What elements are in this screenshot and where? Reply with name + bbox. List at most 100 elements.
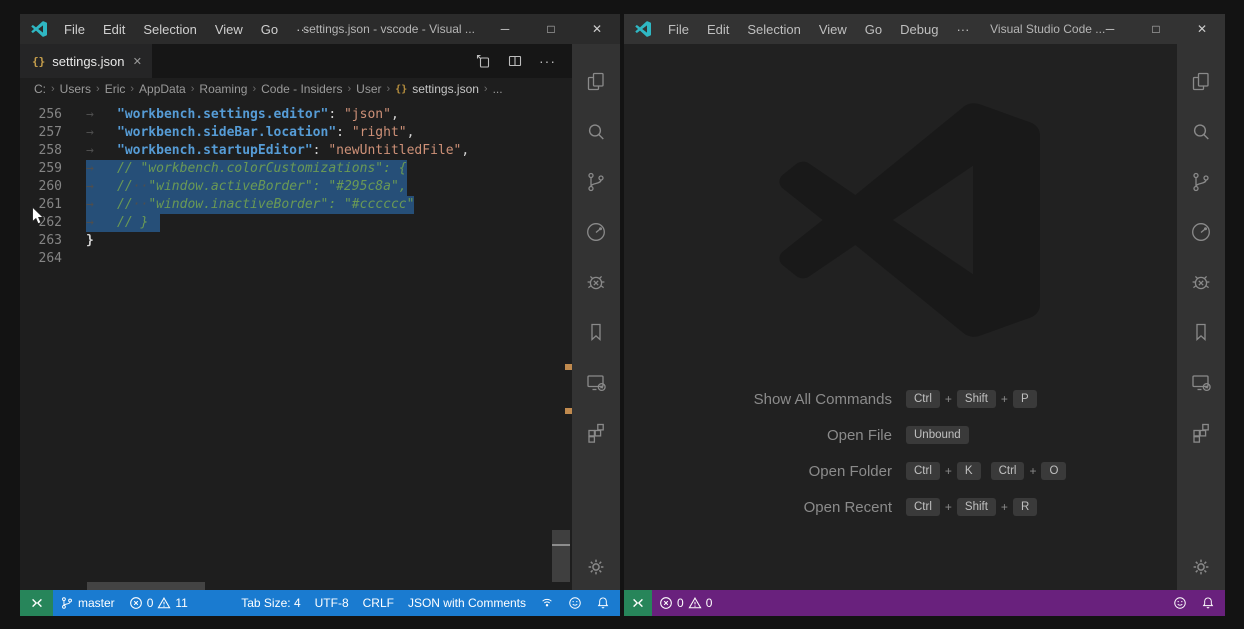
remote-indicator[interactable]	[624, 590, 652, 616]
chevron-right-icon: ›	[252, 83, 256, 95]
code-editor[interactable]: 256 →"workbench.settings.editor": "json"…	[20, 100, 572, 590]
eol-status[interactable]: CRLF	[356, 590, 401, 616]
plus-separator: +	[945, 500, 952, 514]
close-button[interactable]: ✕	[574, 14, 620, 44]
menu-go[interactable]: Go	[856, 22, 891, 37]
extensions-icon[interactable]	[572, 407, 620, 457]
line-number[interactable]: 260	[20, 178, 62, 196]
vertical-scrollbar[interactable]	[552, 530, 570, 582]
line-number[interactable]: 259	[20, 160, 62, 178]
code-line[interactable]: 256 →"workbench.settings.editor": "json"…	[20, 106, 572, 124]
remote-explorer-icon[interactable]	[572, 357, 620, 407]
notifications-bell-icon[interactable]	[589, 590, 620, 616]
git-branch-status[interactable]: master	[53, 590, 122, 616]
keycap: O	[1041, 462, 1066, 480]
settings-gear-icon[interactable]	[1177, 555, 1225, 579]
close-button[interactable]: ✕	[1179, 14, 1225, 44]
code-line[interactable]: 263 }	[20, 232, 572, 250]
breadcrumb-item[interactable]: AppData	[139, 82, 186, 96]
open-changes-icon[interactable]	[475, 53, 491, 69]
punctuation: ,	[391, 107, 399, 122]
menu-file[interactable]: File	[659, 22, 698, 37]
watermark-shortcuts: Show All Commands Ctrl+ Shift+ P Open Fi…	[624, 381, 1177, 525]
error-icon	[659, 596, 673, 610]
window-title: Visual Studio Code ...	[990, 22, 1105, 36]
line-number[interactable]: 256	[20, 106, 62, 124]
tab-close-icon[interactable]: ✕	[133, 55, 142, 68]
code-line[interactable]: 262 →// }	[20, 214, 572, 232]
source-control-icon[interactable]	[1177, 157, 1225, 207]
feedback-smiley-icon[interactable]	[561, 590, 589, 616]
code-line[interactable]: 258 →"workbench.startupEditor": "newUnti…	[20, 142, 572, 160]
code-line[interactable]: 261 →//··"window.inactiveBorder": "#cccc…	[20, 196, 572, 214]
breadcrumb-item[interactable]: Users	[60, 82, 91, 96]
language-mode-status[interactable]: JSON with Comments	[401, 590, 533, 616]
tab-size-status[interactable]: Tab Size: 4	[234, 590, 307, 616]
empty-editor[interactable]: Show All Commands Ctrl+ Shift+ P Open Fi…	[624, 44, 1177, 590]
feedback-smiley-icon[interactable]	[1166, 590, 1194, 616]
bookmarks-icon[interactable]	[1177, 307, 1225, 357]
maximize-button[interactable]: □	[1133, 14, 1179, 44]
menu-overflow[interactable]: ···	[947, 22, 978, 37]
search-icon[interactable]	[1177, 107, 1225, 157]
breadcrumb-item[interactable]: Code - Insiders	[261, 82, 342, 96]
problems-status[interactable]: 0 0	[652, 590, 719, 616]
breadcrumb-tail[interactable]: ...	[493, 82, 503, 96]
keycap: Ctrl	[906, 462, 940, 480]
remote-indicator[interactable]	[20, 590, 53, 616]
tab-settings-json[interactable]: {} settings.json ✕	[20, 44, 152, 78]
menu-edit[interactable]: Edit	[698, 22, 738, 37]
menu-edit[interactable]: Edit	[94, 22, 134, 37]
warning-icon	[688, 596, 702, 610]
more-actions-icon[interactable]: ···	[539, 53, 556, 69]
horizontal-scrollbar[interactable]	[87, 582, 205, 590]
maximize-button[interactable]: □	[528, 14, 574, 44]
vscode-logo-icon	[31, 21, 47, 37]
settings-gear-icon[interactable]	[572, 555, 620, 579]
explorer-icon[interactable]	[572, 57, 620, 107]
code-line[interactable]: 260 →//··"window.activeBorder": "#295c8a…	[20, 178, 572, 196]
problems-status[interactable]: 0 11	[122, 590, 195, 616]
encoding-status[interactable]: UTF-8	[308, 590, 356, 616]
punctuation: :	[328, 107, 344, 122]
search-icon[interactable]	[572, 107, 620, 157]
line-number[interactable]: 264	[20, 250, 62, 268]
menu-view[interactable]: View	[206, 22, 252, 37]
source-control-icon[interactable]	[572, 157, 620, 207]
debug-bug-icon[interactable]	[1177, 257, 1225, 307]
bookmarks-icon[interactable]	[572, 307, 620, 357]
menu-file[interactable]: File	[55, 22, 94, 37]
menu-selection[interactable]: Selection	[738, 22, 809, 37]
split-editor-icon[interactable]	[507, 53, 523, 69]
breadcrumb-item[interactable]: Roaming	[199, 82, 247, 96]
breadcrumb-item[interactable]: User	[356, 82, 381, 96]
json-value: "right"	[352, 125, 407, 140]
menu-selection[interactable]: Selection	[134, 22, 205, 37]
mouse-cursor-pointer	[31, 206, 46, 227]
minimize-button[interactable]: ─	[482, 14, 528, 44]
breadcrumb-item[interactable]: Eric	[105, 82, 126, 96]
code-line[interactable]: 257 →"workbench.sideBar.location": "righ…	[20, 124, 572, 142]
history-icon[interactable]	[572, 207, 620, 257]
remote-explorer-icon[interactable]	[1177, 357, 1225, 407]
breadcrumb-item[interactable]: C:	[34, 82, 46, 96]
extensions-icon[interactable]	[1177, 407, 1225, 457]
screencast-icon[interactable]	[533, 590, 561, 616]
code-line[interactable]: 264	[20, 250, 572, 268]
breadcrumb-file[interactable]: settings.json	[412, 82, 479, 96]
line-number[interactable]: 263	[20, 232, 62, 250]
code-line[interactable]: 259 →// "workbench.colorCustomizations":…	[20, 160, 572, 178]
menu-debug[interactable]: Debug	[891, 22, 947, 37]
line-number[interactable]: 258	[20, 142, 62, 160]
tab-whitespace-arrow: →	[86, 124, 117, 142]
history-icon[interactable]	[1177, 207, 1225, 257]
line-number[interactable]: 257	[20, 124, 62, 142]
tab-bar: {} settings.json ✕ ···	[20, 44, 572, 78]
menu-go[interactable]: Go	[252, 22, 287, 37]
debug-bug-icon[interactable]	[572, 257, 620, 307]
keycap: Shift	[957, 498, 996, 516]
notifications-bell-icon[interactable]	[1194, 590, 1225, 616]
shortcut-row: Show All Commands Ctrl+ Shift+ P	[624, 381, 1177, 417]
explorer-icon[interactable]	[1177, 57, 1225, 107]
menu-view[interactable]: View	[810, 22, 856, 37]
